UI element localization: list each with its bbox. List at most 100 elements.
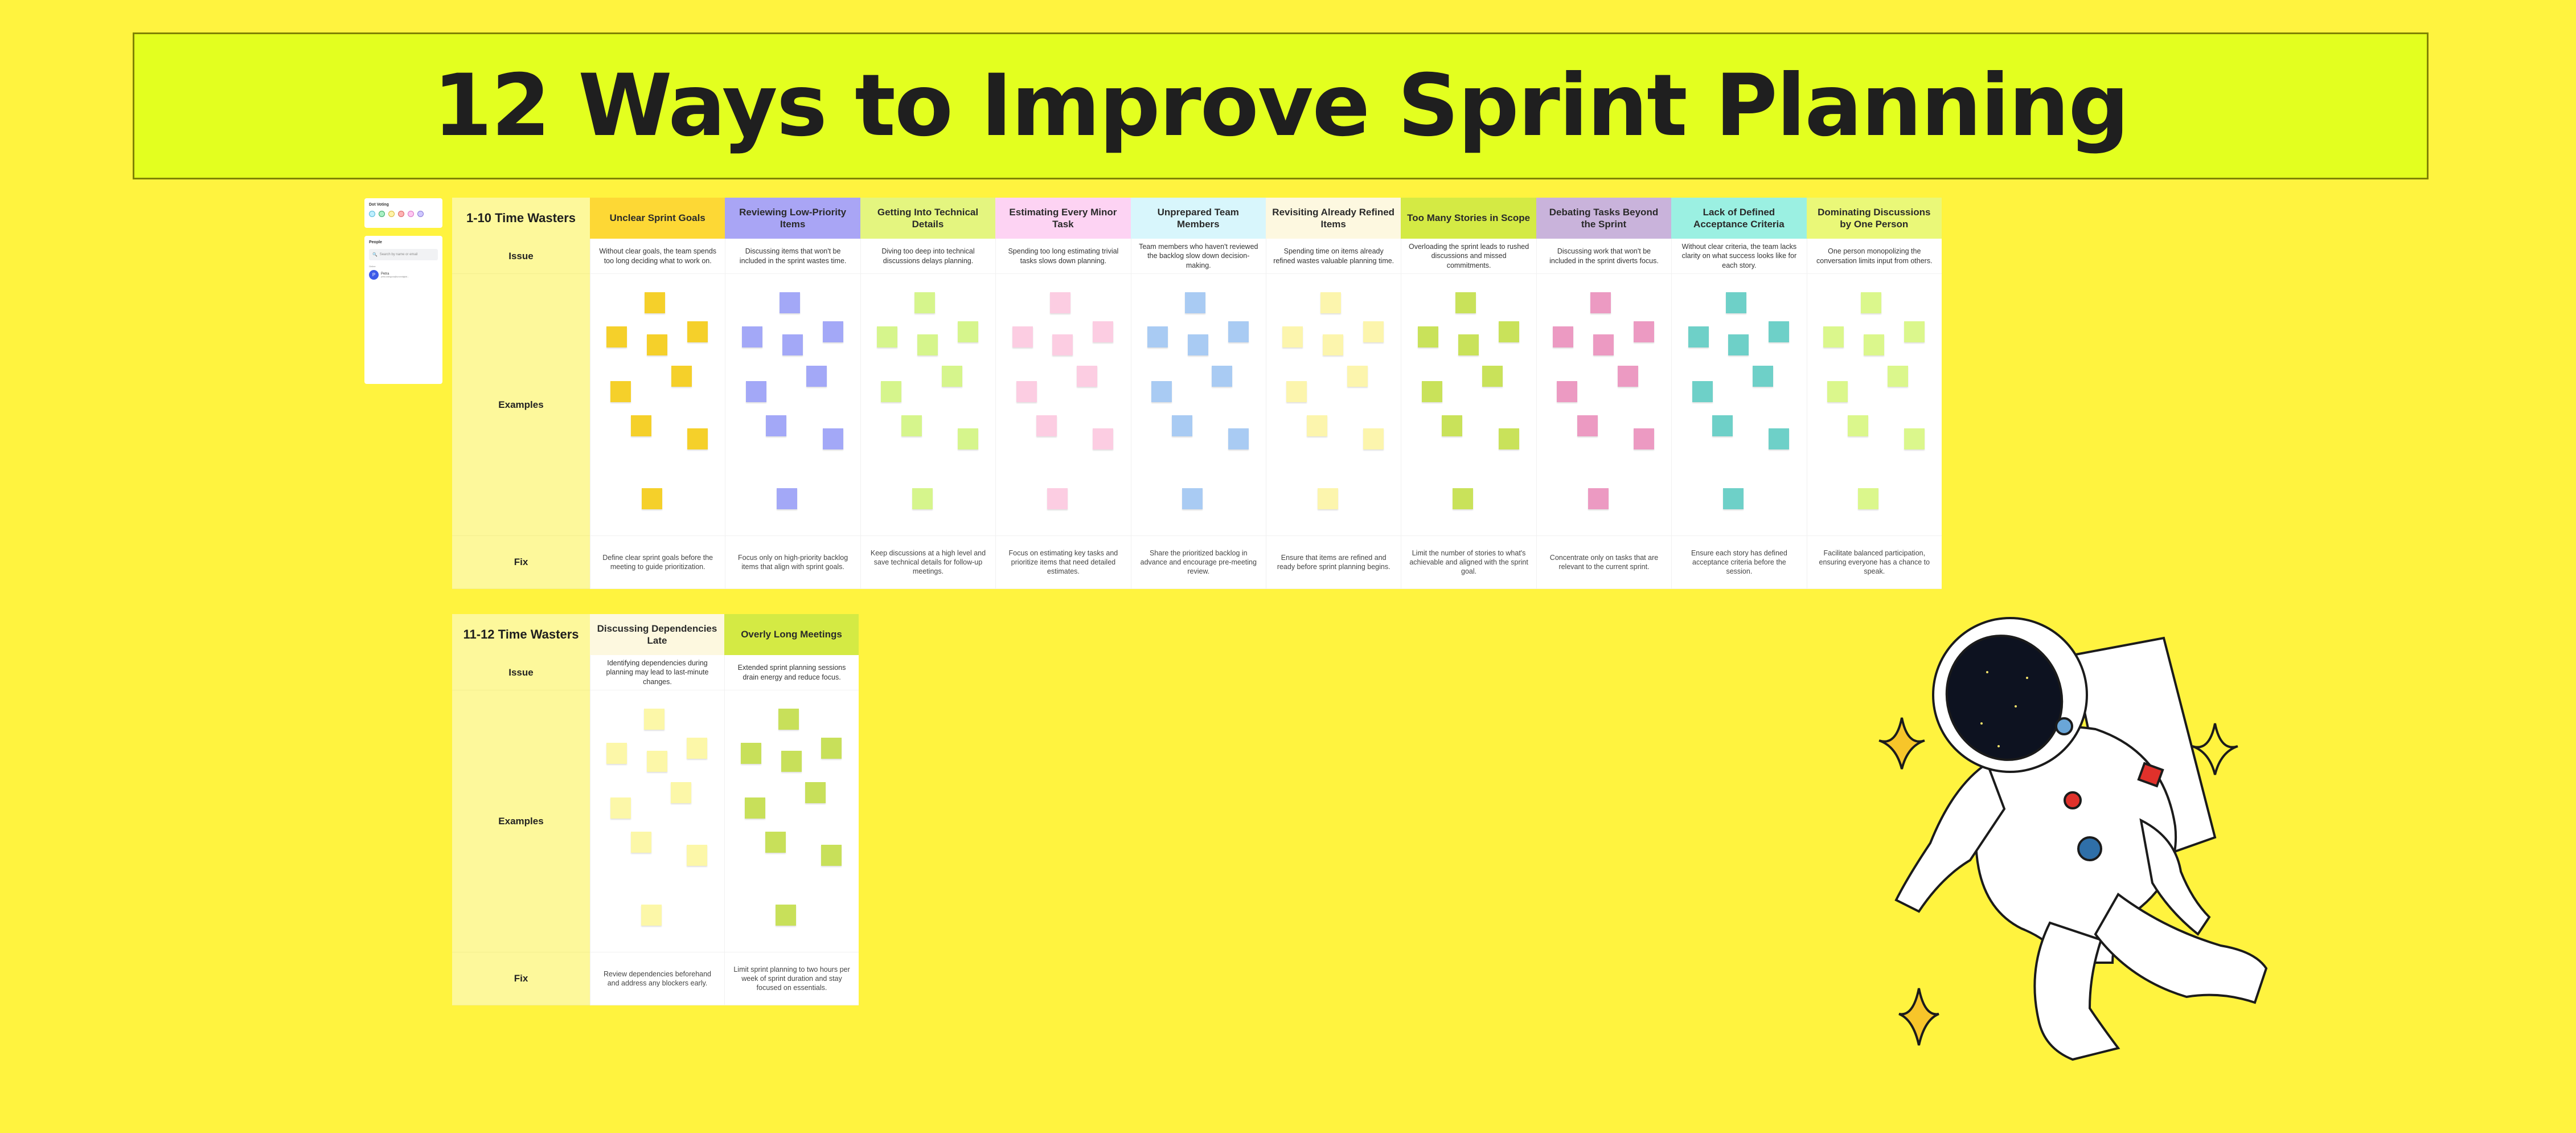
sticky-note[interactable] bbox=[1317, 488, 1338, 510]
sticky-note[interactable] bbox=[957, 428, 978, 449]
sticky-note[interactable] bbox=[1016, 381, 1037, 403]
sticky-note[interactable] bbox=[777, 488, 798, 510]
sticky-note[interactable] bbox=[1171, 415, 1192, 436]
sticky-note[interactable] bbox=[1769, 321, 1790, 342]
sticky-note[interactable] bbox=[1498, 321, 1519, 342]
sticky-note[interactable] bbox=[1498, 428, 1519, 449]
sticky-note[interactable] bbox=[1863, 334, 1884, 355]
sticky-note[interactable] bbox=[1212, 365, 1233, 387]
sticky-note[interactable] bbox=[630, 415, 651, 436]
sticky-note[interactable] bbox=[1753, 365, 1774, 387]
sticky-note[interactable] bbox=[1047, 488, 1068, 510]
sticky-note[interactable] bbox=[1823, 326, 1844, 347]
sticky-note[interactable] bbox=[606, 326, 627, 347]
sticky-note[interactable] bbox=[1590, 292, 1611, 314]
sticky-note[interactable] bbox=[644, 709, 664, 730]
vote-dot[interactable] bbox=[379, 211, 385, 217]
sticky-note[interactable] bbox=[1617, 365, 1638, 387]
sticky-note[interactable] bbox=[1723, 488, 1744, 510]
sticky-note[interactable] bbox=[741, 326, 762, 347]
sticky-note[interactable] bbox=[1633, 428, 1654, 449]
sticky-note[interactable] bbox=[687, 428, 708, 449]
sticky-note[interactable] bbox=[1286, 381, 1307, 403]
sticky-note[interactable] bbox=[687, 321, 708, 342]
sticky-note[interactable] bbox=[1725, 292, 1746, 314]
sticky-note[interactable] bbox=[1049, 292, 1070, 314]
sticky-note[interactable] bbox=[806, 365, 827, 387]
sticky-note[interactable] bbox=[1888, 365, 1909, 387]
sticky-note[interactable] bbox=[1282, 326, 1303, 347]
sticky-note[interactable] bbox=[822, 428, 843, 449]
sticky-note[interactable] bbox=[1228, 428, 1249, 449]
sticky-note[interactable] bbox=[1827, 381, 1848, 403]
sticky-note[interactable] bbox=[912, 488, 933, 510]
sticky-note[interactable] bbox=[778, 709, 799, 730]
sticky-note[interactable] bbox=[1093, 321, 1114, 342]
sticky-note[interactable] bbox=[687, 844, 708, 866]
sticky-note[interactable] bbox=[1036, 415, 1057, 436]
sticky-note[interactable] bbox=[1712, 415, 1733, 436]
vote-dot[interactable] bbox=[408, 211, 414, 217]
sticky-note[interactable] bbox=[1904, 428, 1925, 449]
sticky-note[interactable] bbox=[644, 292, 665, 314]
sticky-note[interactable] bbox=[630, 831, 651, 853]
sticky-note[interactable] bbox=[1417, 326, 1438, 347]
sticky-note[interactable] bbox=[1228, 321, 1249, 342]
sticky-note[interactable] bbox=[671, 782, 691, 803]
vote-dot[interactable] bbox=[388, 211, 395, 217]
sticky-note[interactable] bbox=[766, 415, 787, 436]
sticky-note[interactable] bbox=[941, 365, 962, 387]
sticky-note[interactable] bbox=[1633, 321, 1654, 342]
sticky-note[interactable] bbox=[1012, 326, 1033, 347]
vote-dot[interactable] bbox=[398, 211, 404, 217]
sticky-note[interactable] bbox=[687, 737, 708, 759]
sticky-note[interactable] bbox=[1320, 292, 1341, 314]
sticky-note[interactable] bbox=[776, 905, 797, 926]
sticky-note[interactable] bbox=[957, 321, 978, 342]
sticky-note[interactable] bbox=[1688, 326, 1709, 347]
sticky-note[interactable] bbox=[1577, 415, 1598, 436]
sticky-note[interactable] bbox=[610, 381, 631, 403]
sticky-note[interactable] bbox=[1306, 415, 1327, 436]
sticky-note[interactable] bbox=[881, 381, 902, 403]
sticky-note[interactable] bbox=[1861, 292, 1882, 314]
sticky-note[interactable] bbox=[1728, 334, 1749, 355]
sticky-note[interactable] bbox=[821, 844, 842, 866]
sticky-note[interactable] bbox=[1363, 428, 1384, 449]
sticky-note[interactable] bbox=[782, 334, 803, 355]
sticky-note[interactable] bbox=[877, 326, 898, 347]
sticky-note[interactable] bbox=[646, 750, 667, 772]
sticky-note[interactable] bbox=[1847, 415, 1868, 436]
sticky-note[interactable] bbox=[1363, 321, 1384, 342]
sticky-note[interactable] bbox=[1093, 428, 1114, 449]
sticky-note[interactable] bbox=[779, 292, 800, 314]
sticky-note[interactable] bbox=[1553, 326, 1574, 347]
sticky-note[interactable] bbox=[1455, 292, 1476, 314]
sticky-note[interactable] bbox=[1147, 326, 1168, 347]
sticky-note[interactable] bbox=[606, 742, 627, 764]
sticky-note[interactable] bbox=[741, 742, 762, 764]
sticky-note[interactable] bbox=[1185, 292, 1206, 314]
sticky-note[interactable] bbox=[1151, 381, 1172, 403]
sticky-note[interactable] bbox=[1052, 334, 1073, 355]
sticky-note[interactable] bbox=[745, 797, 766, 819]
sticky-note[interactable] bbox=[1557, 381, 1578, 403]
person-item[interactable]: P Petra petra.ivanigova@scrumdigital... bbox=[369, 270, 438, 280]
sticky-note[interactable] bbox=[1458, 334, 1479, 355]
sticky-note[interactable] bbox=[1769, 428, 1790, 449]
sticky-note[interactable] bbox=[1442, 415, 1463, 436]
sticky-note[interactable] bbox=[1077, 365, 1098, 387]
sticky-note[interactable] bbox=[641, 488, 662, 510]
vote-dot[interactable] bbox=[417, 211, 424, 217]
sticky-note[interactable] bbox=[781, 750, 802, 772]
sticky-note[interactable] bbox=[1692, 381, 1713, 403]
sticky-note[interactable] bbox=[765, 831, 786, 853]
sticky-note[interactable] bbox=[1588, 488, 1609, 510]
sticky-note[interactable] bbox=[1453, 488, 1474, 510]
sticky-note[interactable] bbox=[610, 797, 631, 819]
sticky-note[interactable] bbox=[822, 321, 843, 342]
sticky-note[interactable] bbox=[1482, 365, 1503, 387]
sticky-note[interactable] bbox=[1187, 334, 1208, 355]
sticky-note[interactable] bbox=[917, 334, 938, 355]
vote-dot[interactable] bbox=[369, 211, 375, 217]
